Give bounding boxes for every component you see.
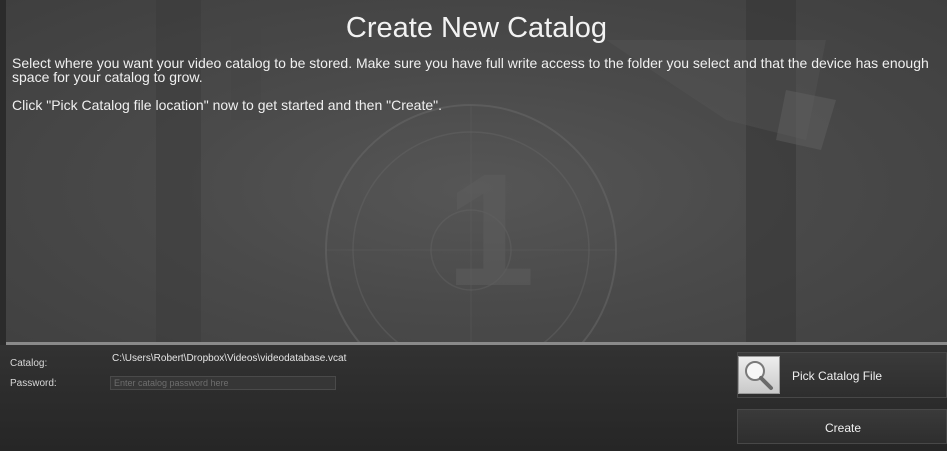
password-input[interactable] xyxy=(110,376,336,390)
film-leader-backdrop: 1 xyxy=(156,0,836,342)
catalog-label: Catalog: xyxy=(10,358,48,369)
pick-catalog-file-label: Pick Catalog File xyxy=(792,369,883,383)
pick-catalog-file-button[interactable]: Pick Catalog File xyxy=(737,352,947,398)
create-catalog-window: 1 Create New Catalog Select where you wa… xyxy=(0,0,947,451)
countdown-digit: 1 xyxy=(446,140,535,319)
instruction-text: Select where you want your video catalog… xyxy=(12,55,929,85)
content-panel: 1 Create New Catalog Select where you wa… xyxy=(6,0,947,345)
catalog-form-panel: Catalog: C:\Users\Robert\Dropbox\Videos\… xyxy=(0,345,947,451)
magnifier-icon xyxy=(738,356,780,394)
create-button-label: Create xyxy=(824,421,862,435)
instruction-hint: Click "Pick Catalog file location" now t… xyxy=(12,97,442,113)
catalog-path-value: C:\Users\Robert\Dropbox\Videos\videodata… xyxy=(112,353,347,364)
password-label: Password: xyxy=(10,378,57,389)
page-title: Create New Catalog xyxy=(345,12,608,44)
create-button[interactable]: Create xyxy=(737,409,947,444)
